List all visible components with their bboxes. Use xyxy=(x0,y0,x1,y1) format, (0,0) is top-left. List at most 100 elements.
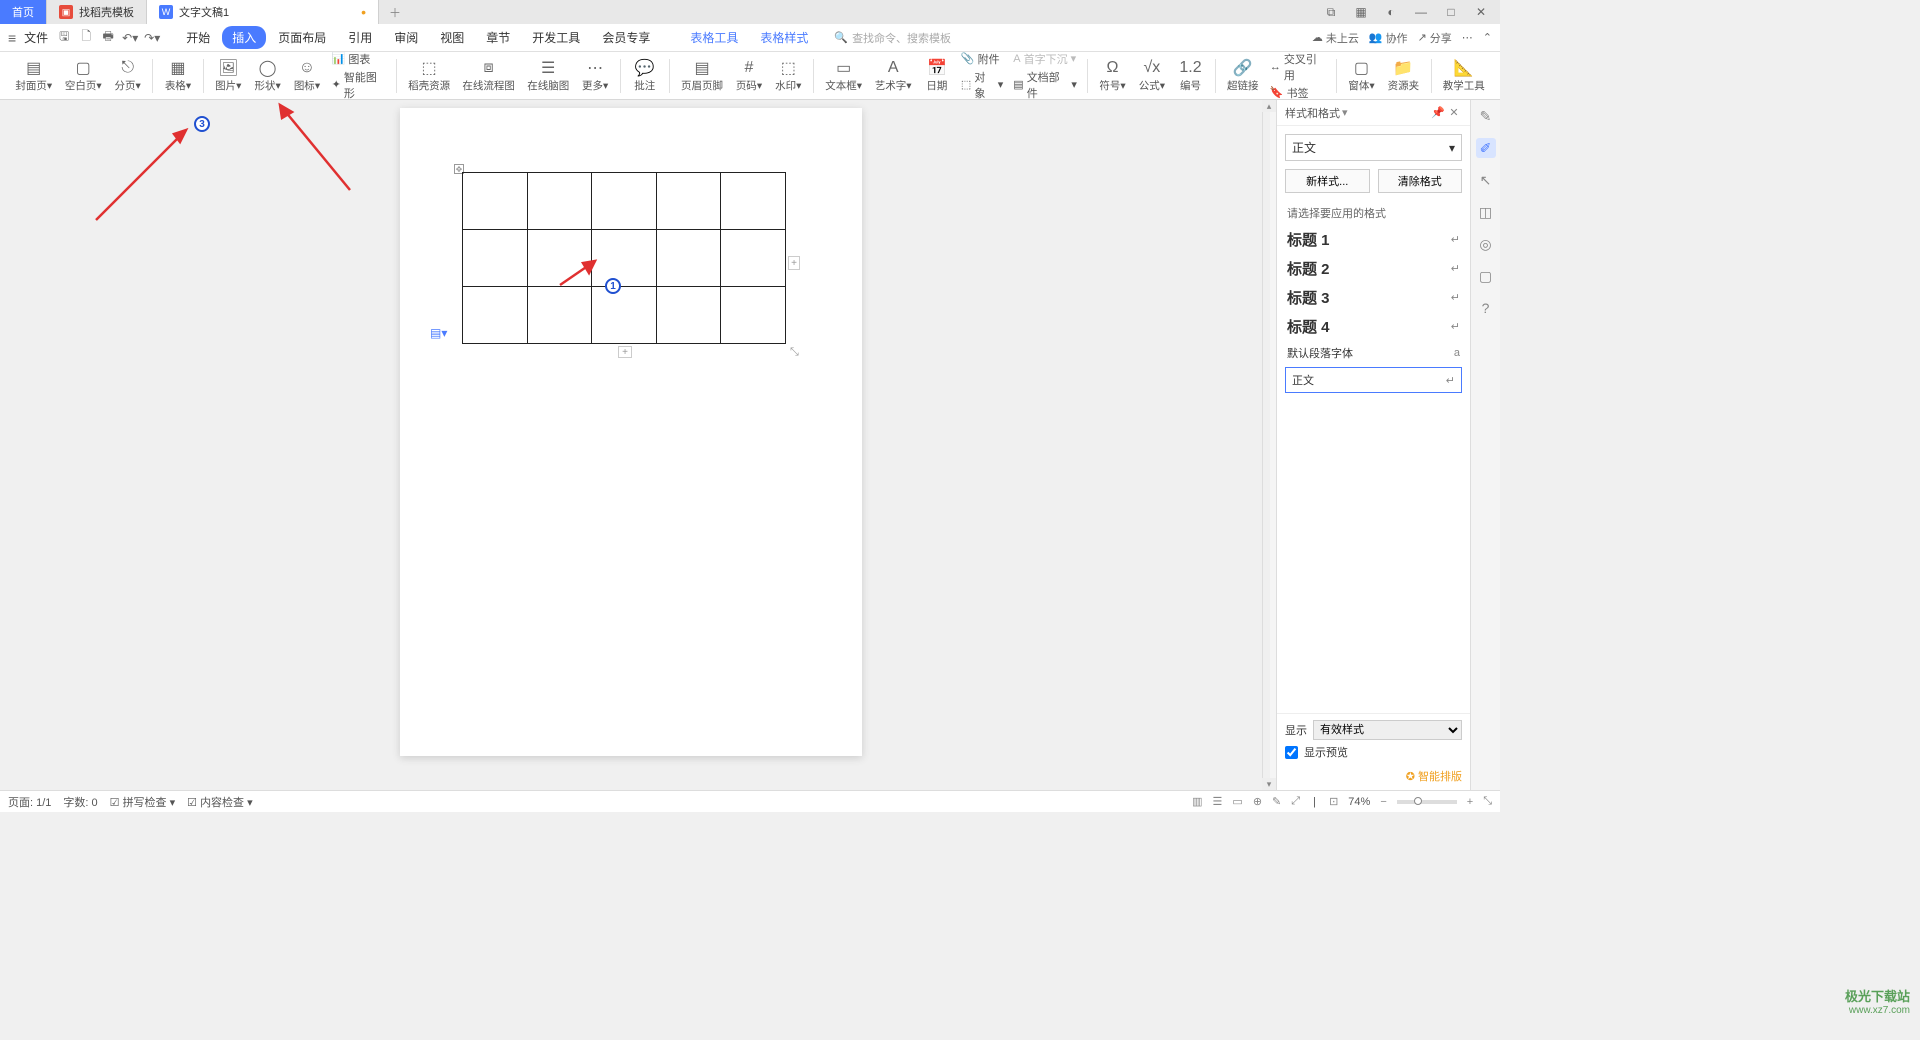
view-page-icon[interactable]: ▥ xyxy=(1192,795,1202,808)
zoom-fit-icon[interactable]: ⊡ xyxy=(1329,795,1338,808)
ribbon-header-footer[interactable]: ▤页眉页脚 xyxy=(676,56,729,95)
tab-member[interactable]: 会员专享 xyxy=(592,26,660,49)
view-focus-icon[interactable]: ✎ xyxy=(1272,795,1281,808)
page-indicator[interactable]: 页面: 1/1 xyxy=(8,794,51,810)
tab-add-button[interactable]: ＋ xyxy=(379,0,411,24)
ribbon-smartart[interactable]: ✦ 智能图形 xyxy=(332,69,386,101)
tab-dev-tools[interactable]: 开发工具 xyxy=(522,26,590,49)
scroll-down-icon[interactable]: ▾ xyxy=(1262,778,1276,790)
word-count[interactable]: 字数: 0 xyxy=(63,794,97,810)
strip-select-icon[interactable]: ↖ xyxy=(1476,170,1496,190)
view-outline-icon[interactable]: ☰ xyxy=(1213,795,1223,808)
expand-icon[interactable]: ⤡ xyxy=(1483,795,1492,808)
table-resize-handle[interactable]: ⤡ xyxy=(790,346,799,359)
ribbon-icon[interactable]: ☺图标▾ xyxy=(288,56,325,95)
new-style-button[interactable]: 新样式... xyxy=(1285,169,1370,193)
tab-start[interactable]: 开始 xyxy=(176,26,220,49)
tab-view[interactable]: 视图 xyxy=(430,26,474,49)
ribbon-edu-tools[interactable]: 📐教学工具 xyxy=(1438,56,1491,95)
ribbon-blank-page[interactable]: ▢空白页▾ xyxy=(59,56,106,95)
more-icon[interactable]: ⋯ xyxy=(1462,31,1473,44)
zoom-slider[interactable] xyxy=(1397,800,1457,804)
ribbon-symbol[interactable]: Ω符号▾ xyxy=(1094,56,1131,95)
cloud-status[interactable]: ☁ 未上云 xyxy=(1312,30,1359,46)
view-web-icon[interactable]: ⊕ xyxy=(1253,795,1262,808)
doc-outline-icon[interactable]: ▤▾ xyxy=(430,326,444,340)
style-item[interactable]: 标题 1↵ xyxy=(1277,225,1470,254)
strip-format-icon[interactable]: ✐ xyxy=(1476,138,1496,158)
strip-location-icon[interactable]: ◎ xyxy=(1476,234,1496,254)
smart-layout-link[interactable]: ✪ 智能排版 xyxy=(1285,764,1462,784)
document-canvas[interactable]: ✥ + + ⤡ ▤▾ 1 2 3 xyxy=(0,100,1262,790)
layout-icon[interactable]: ⧉ xyxy=(1320,1,1342,23)
redo-icon[interactable]: ↷▾ xyxy=(144,30,160,46)
print-icon[interactable]: 🖶 xyxy=(100,30,116,46)
strip-help-icon[interactable]: ? xyxy=(1476,298,1496,318)
maximize-button[interactable]: □ xyxy=(1440,1,1462,23)
close-button[interactable]: ✕ xyxy=(1470,1,1492,23)
ribbon-bookmark[interactable]: 🔖 书签 xyxy=(1270,85,1326,101)
tab-table-style[interactable]: 表格样式 xyxy=(750,26,818,49)
view-reading-icon[interactable]: ▭ xyxy=(1232,795,1242,808)
ribbon-chart[interactable]: 📊 图表 xyxy=(332,51,386,67)
ribbon-date[interactable]: 📅日期 xyxy=(919,56,955,95)
scroll-up-icon[interactable]: ▴ xyxy=(1262,100,1276,112)
tab-references[interactable]: 引用 xyxy=(338,26,382,49)
undo-icon[interactable]: ↶▾ xyxy=(122,30,138,46)
table-add-col-button[interactable]: + xyxy=(788,256,800,270)
strip-page-icon[interactable]: ▢ xyxy=(1476,266,1496,286)
tab-table-tools[interactable]: 表格工具 xyxy=(680,26,748,49)
tab-templates[interactable]: ▣ 找稻壳模板 xyxy=(47,0,147,24)
style-item-default-font[interactable]: 默认段落字体a xyxy=(1277,341,1470,365)
ribbon-equation[interactable]: √x公式▾ xyxy=(1133,56,1170,95)
ribbon-attachment[interactable]: 📎 附件 xyxy=(961,51,1003,67)
ribbon-picture[interactable]: 🖼图片▾ xyxy=(210,56,247,95)
ribbon-flowchart[interactable]: ⧈在线流程图 xyxy=(457,56,520,95)
ribbon-resource[interactable]: ⬚稻壳资源 xyxy=(403,56,456,95)
panel-close-icon[interactable]: ✕ xyxy=(1446,105,1462,121)
current-style-select[interactable]: 正文 ▾ xyxy=(1285,134,1462,161)
show-preview-checkbox[interactable] xyxy=(1285,746,1298,759)
ribbon-resources[interactable]: 📁资源夹 xyxy=(1382,56,1424,95)
ribbon-watermark[interactable]: ⬚水印▾ xyxy=(770,56,807,95)
user-avatar-icon[interactable]: ◐ xyxy=(1380,1,1402,23)
ribbon-page-break[interactable]: ⎋分页▾ xyxy=(109,56,146,95)
share-button[interactable]: ↗ 分享 xyxy=(1418,30,1452,46)
zoom-level[interactable]: 74% xyxy=(1348,796,1370,808)
ribbon-dropcap[interactable]: A 首字下沉▾ xyxy=(1013,51,1077,67)
strip-shapes-icon[interactable]: ◫ xyxy=(1476,202,1496,222)
ribbon-page-number[interactable]: #页码▾ xyxy=(730,56,767,95)
ribbon-form[interactable]: ▢窗体▾ xyxy=(1343,56,1380,95)
tab-home[interactable]: 首页 xyxy=(0,0,47,24)
ribbon-number[interactable]: 1.2编号 xyxy=(1173,56,1209,95)
collapse-ribbon-icon[interactable]: ⌃ xyxy=(1483,31,1492,44)
tab-review[interactable]: 审阅 xyxy=(384,26,428,49)
style-item-body[interactable]: 正文↵ xyxy=(1285,367,1462,393)
command-search[interactable]: 🔍 查找命令、搜索模板 xyxy=(834,30,951,46)
ribbon-docfield[interactable]: ▤ 文档部件▾ xyxy=(1013,69,1077,101)
minimize-button[interactable]: — xyxy=(1410,1,1432,23)
ribbon-shape[interactable]: ◯形状▾ xyxy=(249,56,286,95)
view-fullscreen-icon[interactable]: ⤢ xyxy=(1291,795,1300,808)
ribbon-cover-page[interactable]: ▤封面页▾ xyxy=(10,56,57,95)
tab-document[interactable]: W 文字文稿1 • xyxy=(147,0,379,24)
style-item[interactable]: 标题 4↵ xyxy=(1277,312,1470,341)
contentcheck-toggle[interactable]: ☑ 内容检查 ▾ xyxy=(187,794,253,810)
tab-page-layout[interactable]: 页面布局 xyxy=(268,26,336,49)
grid-icon[interactable]: ▦ xyxy=(1350,1,1372,23)
ribbon-object[interactable]: ⬚ 对象▾ xyxy=(961,69,1003,101)
panel-title-dropdown-icon[interactable]: ▾ xyxy=(1342,106,1348,119)
file-menu[interactable]: 文件 xyxy=(24,29,48,46)
clear-format-button[interactable]: 清除格式 xyxy=(1378,169,1463,193)
tab-insert[interactable]: 插入 xyxy=(222,26,266,49)
style-item[interactable]: 标题 3↵ xyxy=(1277,283,1470,312)
ribbon-wordart[interactable]: A艺术字▾ xyxy=(869,56,916,95)
ribbon-hyperlink[interactable]: 🔗超链接 xyxy=(1222,56,1264,95)
ribbon-crossref[interactable]: ↔ 交叉引用 xyxy=(1270,51,1326,83)
zoom-out-button[interactable]: − xyxy=(1380,796,1386,808)
inserted-table[interactable] xyxy=(462,172,786,344)
show-filter-select[interactable]: 有效样式 xyxy=(1313,720,1462,740)
strip-styles-icon[interactable]: ✎ xyxy=(1476,106,1496,126)
save-icon[interactable]: 🖫 xyxy=(56,30,72,46)
print-preview-icon[interactable]: 🗋 xyxy=(78,30,94,46)
